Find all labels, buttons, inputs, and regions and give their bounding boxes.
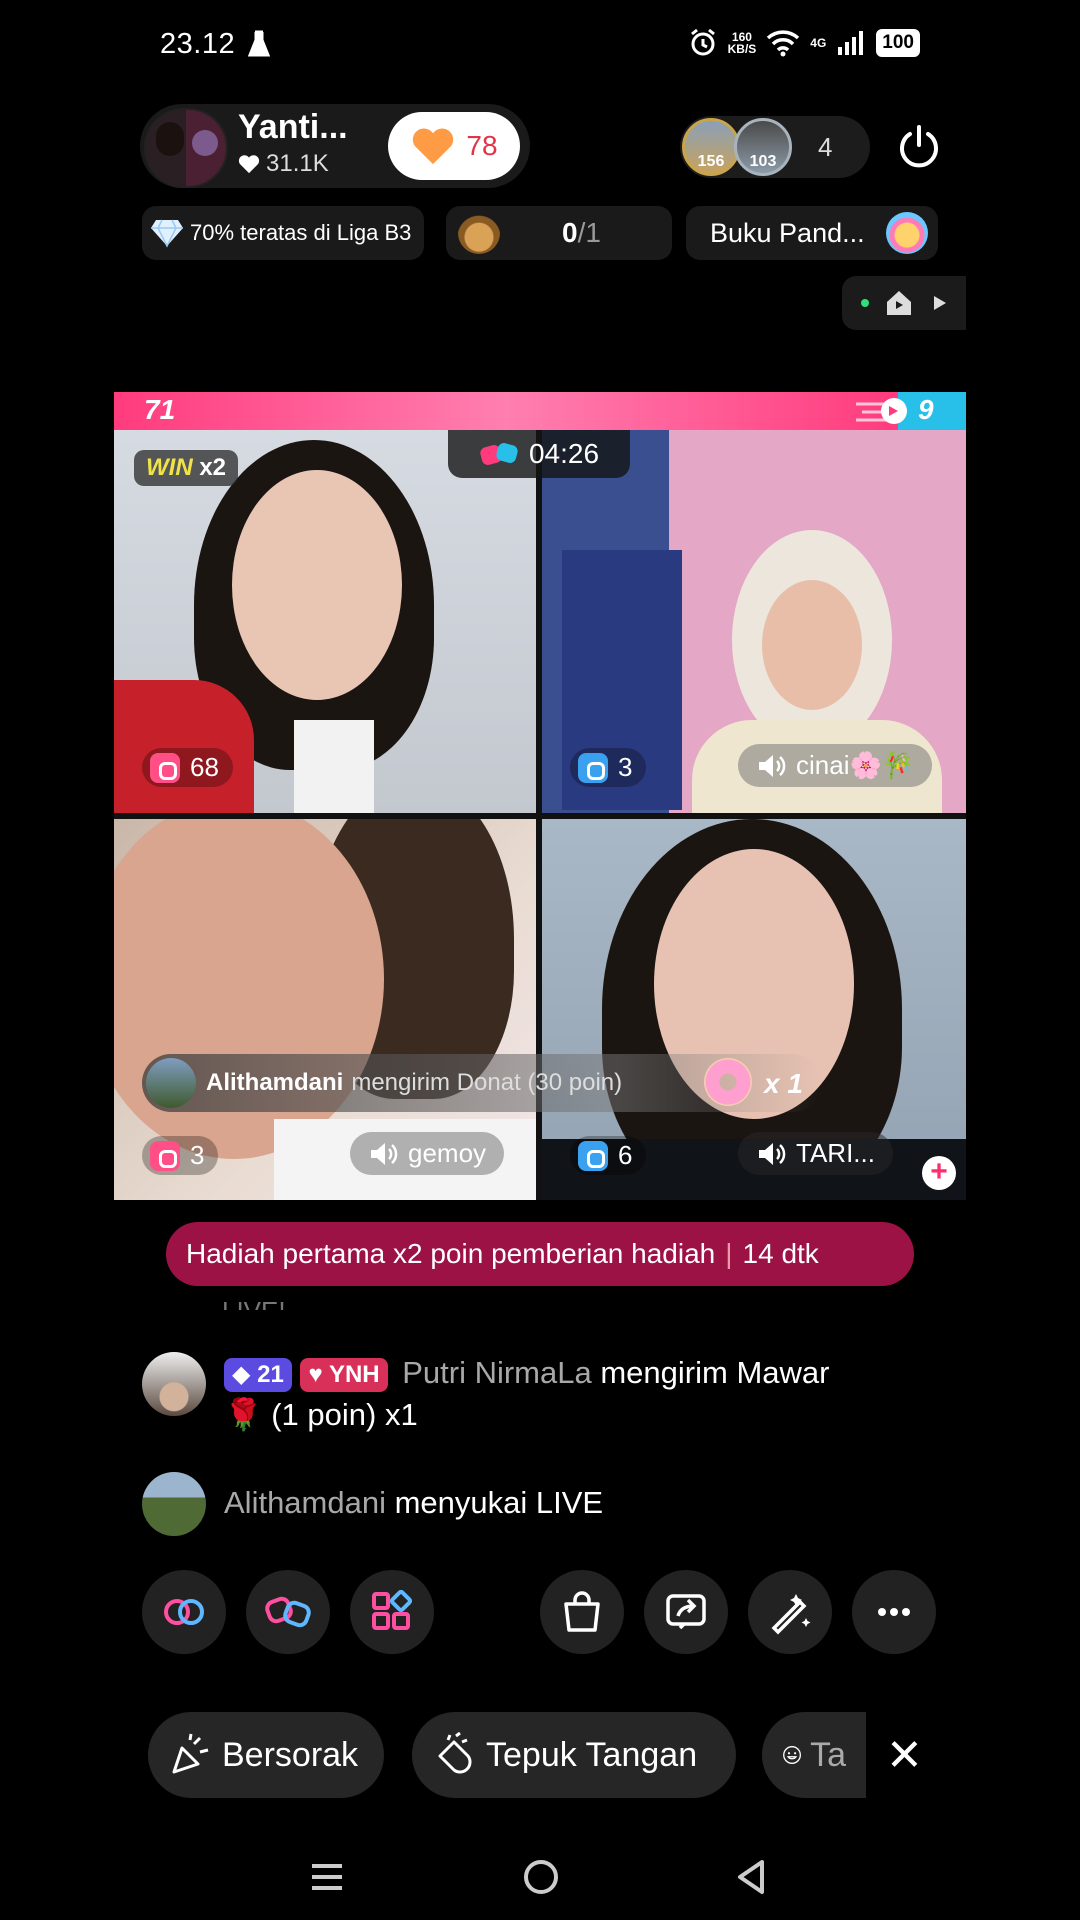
comment-item[interactable]: Alithamdani menyukai LIVE (142, 1472, 603, 1536)
viewer-count[interactable]: 4 (818, 132, 832, 163)
mascot-icon (886, 212, 928, 254)
guest-gift-count: 3 (570, 748, 647, 787)
grid-icon (372, 1589, 413, 1630)
goal-chip[interactable]: 0/1 (446, 206, 672, 260)
battery-level: 100 (876, 29, 920, 57)
guest-name-pill[interactable]: TARI... (738, 1132, 893, 1175)
magic-wand-icon (771, 1594, 811, 1635)
battle-score-left: 71 (144, 394, 176, 425)
speaker-icon (371, 1142, 398, 1165)
live-dot-icon (861, 299, 869, 307)
guest-gift-count: 3 (142, 1136, 219, 1175)
emoji-reaction-button[interactable]: Ta (762, 1712, 866, 1798)
level-badge: ◆ 21 (224, 1357, 292, 1392)
comment-body: Alithamdani menyukai LIVE (224, 1485, 604, 1520)
speaker-icon (759, 1142, 786, 1165)
host-avatar[interactable] (144, 108, 228, 188)
shopping-bag-icon (564, 1591, 600, 1632)
share-icon (666, 1594, 706, 1630)
alarm-icon (690, 28, 715, 56)
comment-body: ◆ 21 ♥ YNH Putri NirmaLa mengirim Mawar … (224, 1355, 830, 1432)
flame-icon (856, 398, 907, 424)
comment-item[interactable]: ◆ 21 ♥ YNH Putri NirmaLa mengirim Mawar … (142, 1352, 829, 1436)
heart-icon (413, 128, 454, 165)
mini-live-widget[interactable] (842, 276, 966, 330)
rose-icon: 🌹 (224, 1397, 263, 1432)
league-chip[interactable]: 70% teratas di Liga B3 (142, 206, 424, 260)
avatar[interactable] (142, 1472, 206, 1536)
goal-progress: 0/1 (562, 217, 601, 248)
speaker-icon (759, 754, 786, 777)
bear-icon (458, 212, 500, 254)
donut-gift-icon (704, 1058, 752, 1106)
guest-gift-count: 6 (570, 1136, 647, 1175)
clap-reaction-button[interactable]: Tepuk Tangan (412, 1712, 736, 1798)
guest-name-pill[interactable]: cinai🌸🎋 (738, 744, 933, 787)
effects-button[interactable] (748, 1570, 832, 1654)
battle-score-bar (114, 392, 966, 430)
follow-count: 78 (466, 130, 498, 161)
top-viewer-avatar[interactable]: 103 (734, 118, 792, 176)
back-icon[interactable] (734, 1858, 768, 1896)
diamond-icon (151, 219, 183, 248)
recent-apps-icon[interactable] (310, 1860, 344, 1894)
more-icon (878, 1608, 910, 1616)
power-icon[interactable] (896, 124, 942, 170)
more-features-button[interactable] (350, 1570, 434, 1654)
gift-icon (150, 1140, 180, 1171)
guest-name-pill[interactable]: gemoy (350, 1132, 505, 1175)
party-popper-icon (172, 1733, 209, 1774)
fan-club-badge: ♥ YNH (300, 1357, 388, 1392)
top-viewer-avatar[interactable]: 156 (682, 118, 740, 176)
faded-comment: LIVE! (222, 1296, 286, 1310)
home-video-icon (887, 291, 911, 315)
play-icon (934, 296, 946, 310)
boxing-glove-icon (265, 1596, 311, 1628)
follow-button[interactable]: 78 (388, 112, 520, 180)
clap-icon (438, 1732, 472, 1774)
network-speed: 160 KB/S (727, 30, 757, 56)
battle-timer: 04:26 (448, 430, 630, 478)
close-icon[interactable]: ✕ (886, 1730, 923, 1781)
network-type: 4G (810, 36, 827, 50)
gift-icon (578, 1140, 608, 1171)
boxing-glove-icon (480, 443, 518, 465)
link-icon (164, 1599, 204, 1625)
more-options-button[interactable] (852, 1570, 936, 1654)
guide-chip[interactable]: Buku Pand... (686, 206, 938, 260)
flask-icon (248, 30, 270, 57)
battle-score-right: 9 (918, 394, 934, 425)
multi-guest-button[interactable] (142, 1570, 226, 1654)
first-gift-hint-banner: Hadiah pertama x2 poin pemberian hadiah |… (166, 1222, 914, 1286)
battle-button[interactable] (246, 1570, 330, 1654)
gift-multiplier: x 1 (764, 1068, 803, 1099)
status-time: 23.12 (160, 28, 236, 60)
home-icon[interactable] (522, 1858, 560, 1896)
shop-button[interactable] (540, 1570, 624, 1654)
battle-score-fill (114, 392, 898, 430)
status-bar: 23.12 160 KB/S 4G 100 (0, 0, 1080, 90)
add-guest-button[interactable]: + (922, 1156, 956, 1190)
avatar[interactable] (142, 1352, 206, 1416)
gift-icon (150, 752, 180, 783)
gift-icon (578, 752, 608, 783)
guest-gift-count: 68 (142, 748, 233, 787)
system-nav-bar (0, 1840, 1080, 1920)
share-button[interactable] (644, 1570, 728, 1654)
win-streak-badge: WIN x2 (134, 450, 239, 486)
wifi-icon (767, 30, 800, 57)
avatar (146, 1058, 196, 1108)
status-icons: 160 KB/S 4G 100 (688, 28, 920, 58)
cheer-reaction-button[interactable]: Bersorak (148, 1712, 384, 1798)
heart-icon (238, 155, 260, 174)
host-name[interactable]: Yanti... (238, 108, 348, 147)
host-likes: 31.1K (238, 150, 329, 178)
smile-icon (783, 1746, 801, 1764)
signal-icon (838, 31, 864, 55)
